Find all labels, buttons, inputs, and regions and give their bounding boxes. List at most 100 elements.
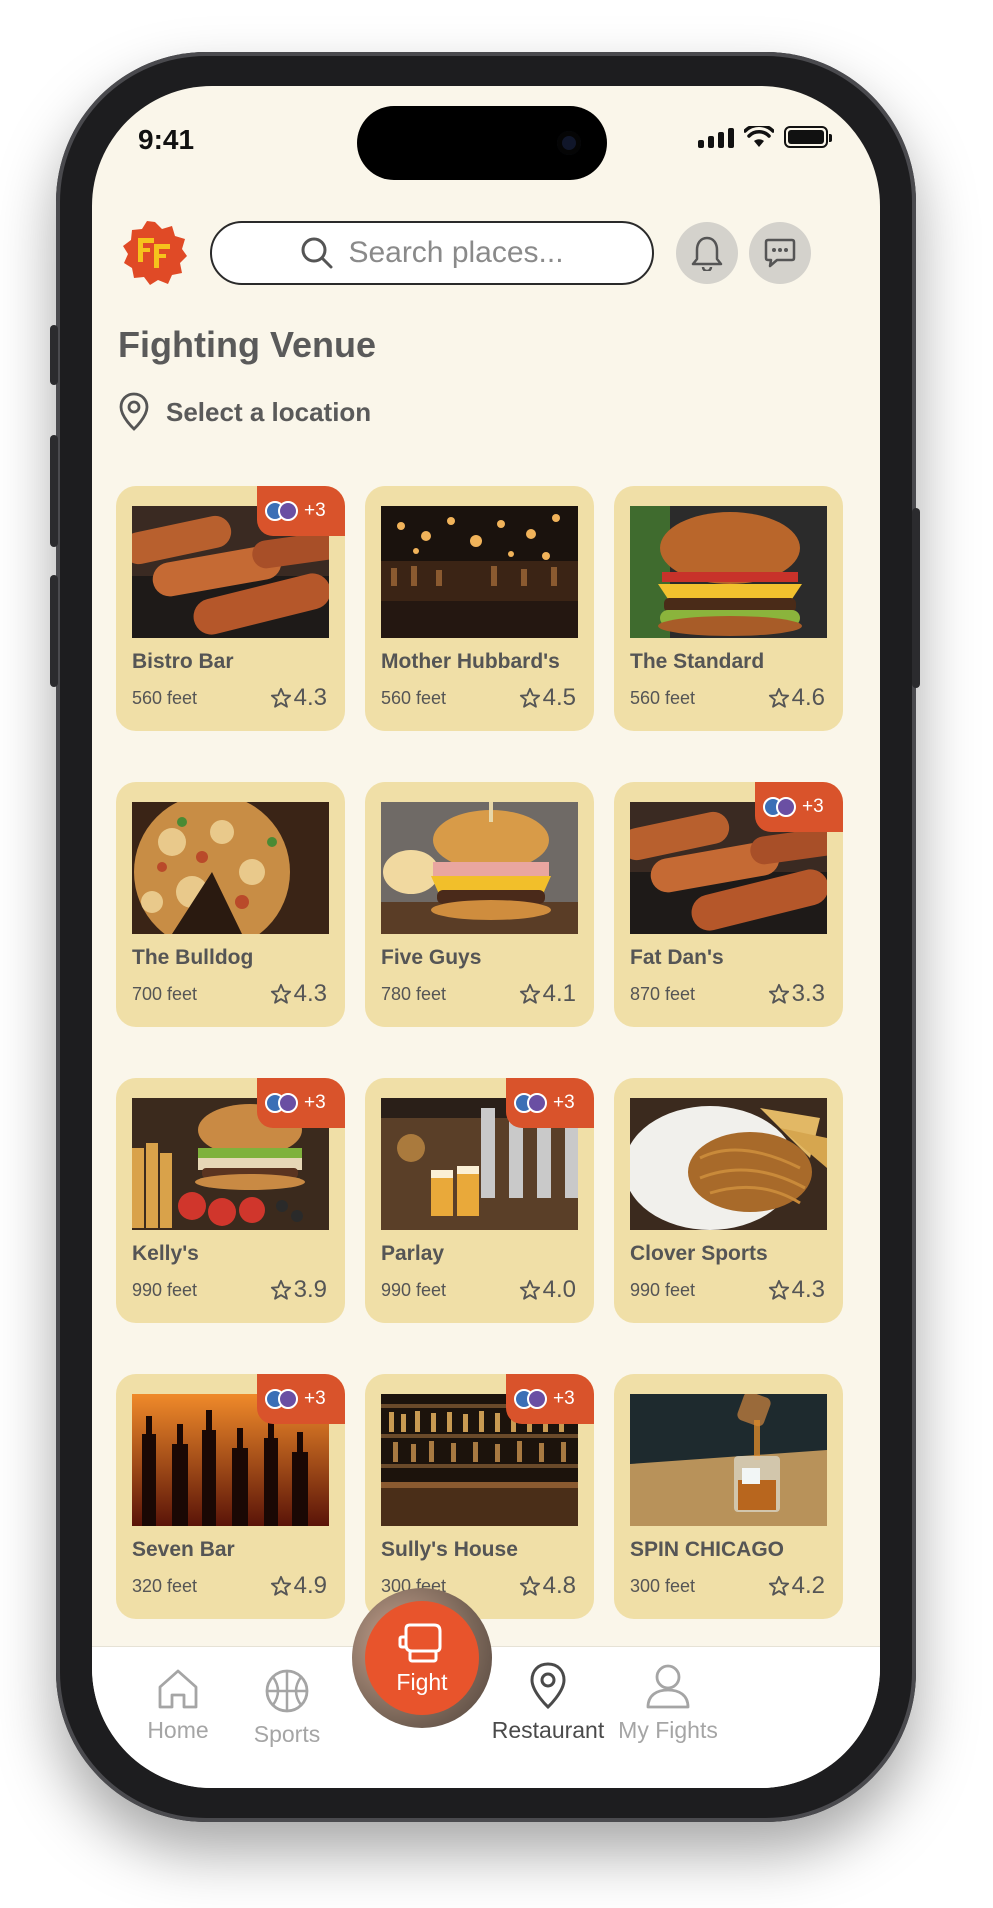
- friends-badge: +3: [257, 486, 345, 536]
- friends-count: +3: [553, 1092, 575, 1113]
- venue-rating: 4.3: [768, 1276, 825, 1304]
- star-icon: [768, 1575, 789, 1596]
- rating-value: 4.6: [791, 684, 825, 711]
- venue-name: Fat Dan's: [630, 946, 724, 969]
- venue-rating: 3.9: [270, 1276, 327, 1304]
- star-icon: [270, 1279, 291, 1300]
- friends-badge: +3: [506, 1374, 594, 1424]
- fight-button[interactable]: Fight: [365, 1601, 479, 1715]
- venue-name: Clover Sports: [630, 1242, 768, 1265]
- bell-icon: [691, 236, 723, 271]
- friends-count: +3: [304, 500, 326, 521]
- fight-button-label: Fight: [396, 1668, 448, 1695]
- search-icon: [301, 237, 333, 269]
- venue-distance: 990 feet: [630, 1280, 696, 1300]
- venue-photo: [630, 1394, 827, 1526]
- venue-photo: [381, 506, 578, 638]
- venue-name: Kelly's: [132, 1242, 199, 1265]
- star-icon: [768, 1279, 789, 1300]
- venue-card[interactable]: +3 Sully's House 300 feet 4.8: [365, 1374, 594, 1619]
- venue-rating: 4.0: [519, 1276, 576, 1304]
- star-icon: [519, 1575, 540, 1596]
- venue-distance: 300 feet: [630, 1576, 696, 1596]
- venue-card[interactable]: +3 Seven Bar 320 feet 4.9: [116, 1374, 345, 1619]
- venue-card[interactable]: +3 Parlay 990 feet 4.0: [365, 1078, 594, 1323]
- map-pin-icon: [119, 392, 149, 431]
- venue-distance: 560 feet: [132, 688, 198, 708]
- rating-value: 4.5: [542, 684, 576, 711]
- phone-volume-down: [50, 575, 58, 687]
- friends-badge: +3: [506, 1078, 594, 1128]
- venue-card[interactable]: Five Guys 780 feet 4.1: [365, 782, 594, 1027]
- venue-card[interactable]: The Standard 560 feet 4.6: [614, 486, 843, 731]
- friends-count: +3: [304, 1092, 326, 1113]
- friends-badge: +3: [755, 782, 843, 832]
- venue-card[interactable]: +3 Bistro Bar 560 feet 4.3: [116, 486, 345, 731]
- star-icon: [519, 687, 540, 708]
- venue-card[interactable]: +3 Fat Dan's 870 feet 3.3: [614, 782, 843, 1027]
- cellular-signal-icon: [698, 128, 734, 148]
- venue-distance: 870 feet: [630, 984, 696, 1004]
- status-icons: [698, 126, 832, 148]
- venue-photo: [630, 1098, 827, 1230]
- nav-my-fights[interactable]: My Fights: [608, 1661, 728, 1744]
- wifi-icon: [744, 126, 774, 147]
- map-pin-icon: [530, 1662, 566, 1710]
- venue-distance: 560 feet: [381, 688, 447, 708]
- venue-rating: 4.3: [270, 684, 327, 712]
- friends-badge: +3: [257, 1374, 345, 1424]
- nav-restaurant-label: Restaurant: [491, 1717, 605, 1743]
- venue-name: Mother Hubbard's: [381, 650, 560, 673]
- messages-button[interactable]: [749, 222, 811, 284]
- venue-distance: 780 feet: [381, 984, 447, 1004]
- basketball-icon: [265, 1669, 309, 1713]
- friends-count: +3: [304, 1388, 326, 1409]
- venue-card[interactable]: The Bulldog 700 feet 4.3: [116, 782, 345, 1027]
- venue-name: SPIN CHICAGO: [630, 1538, 785, 1561]
- location-selector[interactable]: Select a location: [118, 392, 371, 432]
- venue-rating: 4.3: [270, 980, 327, 1008]
- rating-value: 4.2: [791, 1572, 825, 1599]
- star-icon: [519, 983, 540, 1004]
- venue-photo: [630, 506, 827, 638]
- dynamic-island: [357, 106, 607, 180]
- venue-rating: 4.8: [519, 1572, 576, 1600]
- venue-rating: 4.6: [768, 684, 825, 712]
- app-screen: 9:41 Search places... Fighting Venue Sel…: [92, 86, 880, 1788]
- venue-distance: 990 feet: [381, 1280, 447, 1300]
- nav-restaurant[interactable]: Restaurant: [488, 1661, 608, 1744]
- star-icon: [768, 687, 789, 708]
- friends-count: +3: [802, 796, 824, 817]
- nav-sports-label: Sports: [253, 1721, 321, 1747]
- notifications-button[interactable]: [676, 222, 738, 284]
- rating-value: 4.3: [791, 1276, 825, 1303]
- fight-button-ring: Fight: [352, 1588, 492, 1728]
- boxing-glove-icon: [398, 1623, 442, 1662]
- rating-value: 4.9: [293, 1572, 327, 1599]
- page-title: Fighting Venue: [118, 324, 376, 365]
- location-label: Select a location: [166, 396, 372, 427]
- nav-home[interactable]: Home: [118, 1667, 238, 1744]
- venue-rating: 3.3: [768, 980, 825, 1008]
- rating-value: 4.1: [542, 980, 576, 1007]
- venue-card[interactable]: Mother Hubbard's 560 feet 4.5: [365, 486, 594, 731]
- user-icon: [646, 1664, 690, 1709]
- search-input[interactable]: Search places...: [210, 221, 654, 285]
- battery-icon: [784, 126, 832, 148]
- nav-sports[interactable]: Sports: [227, 1667, 347, 1748]
- venue-card[interactable]: Clover Sports 990 feet 4.3: [614, 1078, 843, 1323]
- venue-name: Bistro Bar: [132, 650, 234, 673]
- venue-distance: 990 feet: [132, 1280, 198, 1300]
- rating-value: 4.8: [542, 1572, 576, 1599]
- status-time: 9:41: [138, 124, 195, 155]
- ff-logo-icon[interactable]: [122, 220, 188, 286]
- nav-home-label: Home: [147, 1717, 209, 1743]
- venue-name: The Bulldog: [132, 946, 254, 969]
- nav-my-fights-label: My Fights: [618, 1717, 718, 1743]
- home-icon: [158, 1669, 198, 1709]
- venue-card[interactable]: SPIN CHICAGO 300 feet 4.2: [614, 1374, 843, 1619]
- chat-bubble-icon: [764, 238, 796, 268]
- venue-distance: 700 feet: [132, 984, 198, 1004]
- venue-card[interactable]: +3 Kelly's 990 feet 3.9: [116, 1078, 345, 1323]
- venue-name: Parlay: [381, 1242, 445, 1265]
